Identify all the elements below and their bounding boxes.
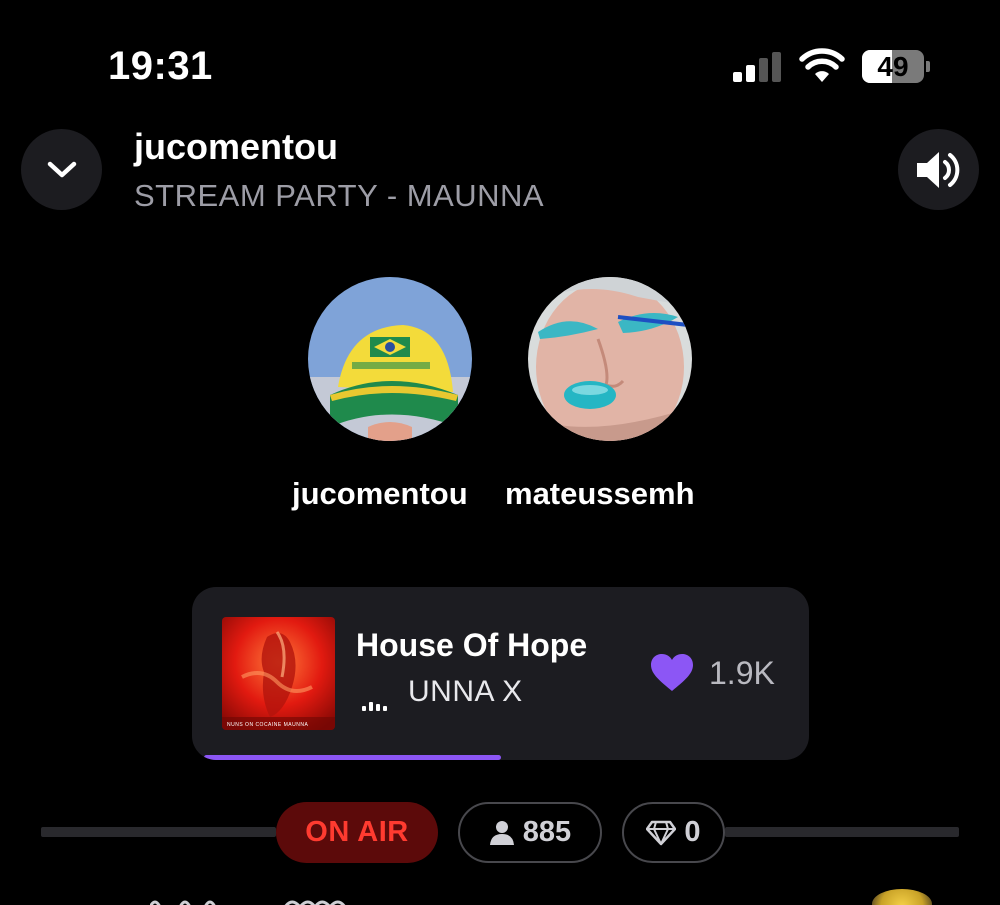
status-time: 19:31 — [108, 44, 213, 88]
gem-count: 0 — [684, 816, 701, 848]
avatar-mateussemh[interactable] — [528, 277, 692, 441]
cellular-signal-icon — [733, 52, 783, 82]
album-cover: NUNS ON COCAINE MAUNNA — [222, 617, 335, 730]
divider — [41, 827, 276, 837]
participant-name: mateussemh — [505, 476, 695, 511]
participant-name: jucomentou — [292, 476, 468, 511]
stream-host-name: jucomentou — [134, 126, 338, 167]
track-title: House Of Hope — [356, 627, 588, 663]
avatar-jucomentou[interactable] — [308, 277, 472, 441]
divider — [725, 827, 959, 837]
listener-count: 885 — [522, 816, 572, 848]
person-icon — [489, 820, 514, 845]
speaker-volume-icon — [916, 151, 959, 188]
battery-percent: 49 — [877, 51, 909, 82]
chat-message-partial — [0, 887, 1000, 905]
like-count: 1.9K — [709, 655, 775, 691]
wifi-icon — [799, 48, 845, 82]
stream-title: STREAM PARTY - MAUNNA — [134, 178, 545, 213]
track-progress-bar — [204, 755, 501, 760]
emoji-partial — [872, 889, 932, 905]
gems-badge[interactable]: 0 — [622, 802, 725, 863]
heart-icon[interactable] — [650, 653, 694, 693]
collapse-button[interactable] — [21, 129, 102, 210]
chevron-down-icon — [47, 161, 76, 177]
on-air-badge: ON AIR — [276, 802, 438, 863]
volume-button[interactable] — [898, 129, 979, 210]
album-cover-text: NUNS ON COCAINE MAUNNA — [227, 722, 308, 728]
battery-icon: 49 — [862, 50, 930, 83]
partial-text — [150, 900, 346, 905]
now-playing-card[interactable]: NUNS ON COCAINE MAUNNA House Of Hope UNN… — [192, 587, 809, 760]
listeners-badge[interactable]: 885 — [458, 802, 602, 863]
track-artist: UNNA X — [408, 675, 523, 708]
equalizer-icon — [362, 693, 390, 711]
diamond-icon — [646, 820, 677, 845]
